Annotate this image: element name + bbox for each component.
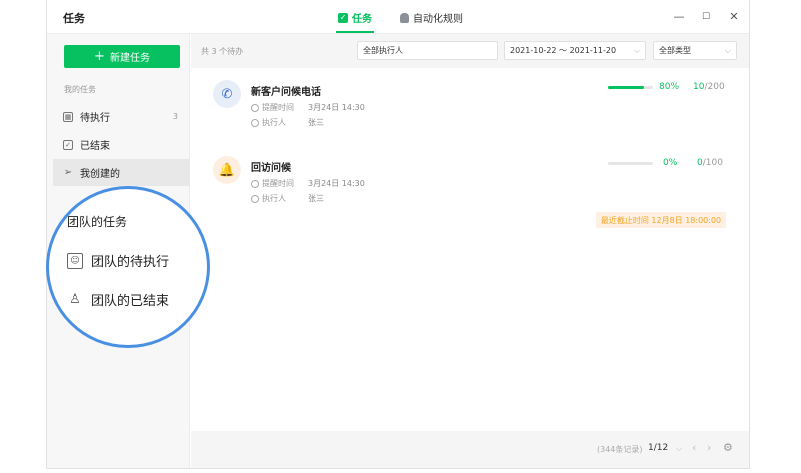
team-pending-icon: ☺ <box>67 252 83 269</box>
person-icon <box>251 194 259 203</box>
chevron-down-icon: ⌵ <box>633 46 640 55</box>
remind-value: 3月24日 14:30 <box>308 103 365 112</box>
sidebar-item-team-pending[interactable]: ☺ 团队的待执行 <box>67 251 169 270</box>
pending-count: 3 <box>172 112 178 121</box>
team-done-label: 团队的已结束 <box>91 294 170 309</box>
tab-tasks-label: 任务 <box>352 14 372 25</box>
assignee-value: 张三 <box>308 194 324 203</box>
date-range-picker[interactable]: 2021-10-22 ～ 2021-11-20 ⌵ <box>504 41 646 60</box>
prev-page-icon[interactable]: ‹ <box>692 441 696 454</box>
main-panel: 共 3 个待办 全部执行人 2021-10-22 ～ 2021-11-20 ⌵ … <box>191 34 749 468</box>
deadline-badge: 最近截止时间 12月8日 18:00:00 <box>596 212 726 228</box>
assignee-value: 张三 <box>308 118 324 127</box>
tab-automation-label: 自动化规则 <box>413 14 463 25</box>
type-select-value: 全部类型 <box>659 46 691 55</box>
assignee-select[interactable]: 全部执行人 <box>357 41 498 60</box>
tab-automation-rules[interactable]: 自动化规则 <box>400 10 463 25</box>
team-tasks-heading: 团队的任务 <box>67 215 128 229</box>
progress-count: 0/100 <box>697 158 723 168</box>
bell-icon: 🔔 <box>213 156 241 184</box>
clock-icon <box>251 179 259 188</box>
remind-value: 3月24日 14:30 <box>308 179 365 188</box>
clock-icon <box>251 103 259 112</box>
task-list: ✆ 新客户问候电话 提醒时间 3月24日 14:30 执行人 张三 80% 10… <box>191 68 749 431</box>
new-task-label: 新建任务 <box>109 53 150 64</box>
type-select[interactable]: 全部类型 ⌵ <box>653 41 737 60</box>
page-dropdown-icon[interactable]: ⌵ <box>676 444 682 454</box>
task-check-icon: ✓ <box>338 12 348 23</box>
date-range-value: 2021-10-22 ～ 2021-11-20 <box>510 46 617 55</box>
chevron-down-icon: ⌵ <box>724 46 731 55</box>
close-button[interactable]: ✕ <box>728 11 740 23</box>
page-indicator[interactable]: 1/12 <box>648 443 668 453</box>
team-done-icon: ♙ <box>69 292 81 307</box>
team-tasks-magnifier: 团队的任务 ☺ 团队的待执行 ♙ 团队的已结束 <box>46 186 210 348</box>
progress-bar <box>608 162 653 165</box>
progress-bar <box>608 86 653 89</box>
sidebar-item-label: 已结束 <box>80 141 110 152</box>
task-row[interactable]: ✆ 新客户问候电话 提醒时间 3月24日 14:30 执行人 张三 80% 10… <box>191 68 749 140</box>
task-assignee: 执行人 张三 <box>251 117 324 128</box>
next-page-icon[interactable]: › <box>707 441 711 454</box>
sidebar-item-pending[interactable]: ▦ 待执行 3 <box>53 103 190 130</box>
progress-percent: 0% <box>663 158 678 168</box>
plus-icon: + <box>94 49 105 64</box>
total-count: /100 <box>702 158 723 168</box>
team-pending-label: 团队的待执行 <box>91 255 170 270</box>
total-count: /200 <box>704 82 725 92</box>
window-title: 任务 <box>63 12 85 25</box>
calendar-icon: ▦ <box>63 111 73 122</box>
tab-tasks[interactable]: ✓ 任务 <box>336 10 374 33</box>
my-tasks-label: 我的任务 <box>64 85 96 94</box>
todo-summary: 共 3 个待办 <box>201 47 244 56</box>
task-title: 新客户问候电话 <box>251 87 321 98</box>
minimize-button[interactable]: — <box>673 11 685 23</box>
active-tab-underline <box>336 31 374 33</box>
task-title: 回访问候 <box>251 163 291 174</box>
progress-fill <box>608 86 644 89</box>
task-assignee: 执行人 张三 <box>251 193 324 204</box>
send-icon: ➢ <box>63 167 73 178</box>
sidebar-item-label: 待执行 <box>80 113 110 124</box>
record-count: (344条记录) <box>597 445 643 454</box>
robot-icon <box>400 12 409 23</box>
pagination-footer: (344条记录) 1/12 ⌵ ‹ › ⚙ <box>191 431 749 468</box>
filter-bar: 共 3 个待办 全部执行人 2021-10-22 ～ 2021-11-20 ⌵ … <box>191 34 749 68</box>
remind-label: 提醒时间 <box>262 179 294 188</box>
task-remind: 提醒时间 3月24日 14:30 <box>251 102 365 113</box>
maximize-button[interactable]: ☐ <box>700 11 712 23</box>
person-icon <box>251 118 259 127</box>
gear-icon[interactable]: ⚙ <box>723 441 733 454</box>
task-row[interactable]: 🔔 回访问候 提醒时间 3月24日 14:30 执行人 张三 0% 0/100 <box>191 144 749 216</box>
sidebar-item-team-finished[interactable]: ♙ 团队的已结束 <box>67 290 169 309</box>
assignee-label: 执行人 <box>262 118 286 127</box>
sidebar-item-finished[interactable]: ✓ 已结束 <box>53 131 190 158</box>
progress-count: 10/200 <box>693 82 725 92</box>
assignee-label: 执行人 <box>262 194 286 203</box>
assignee-select-value: 全部执行人 <box>363 46 403 55</box>
done-count: 10 <box>693 82 705 92</box>
progress-percent: 80% <box>659 82 680 92</box>
phone-icon: ✆ <box>213 80 241 108</box>
sidebar-item-label: 我创建的 <box>80 169 120 180</box>
title-bar: 任务 ✓ 任务 自动化规则 — ☐ ✕ <box>47 0 749 34</box>
checkbox-icon: ✓ <box>63 139 73 150</box>
new-task-button[interactable]: + 新建任务 <box>64 45 180 68</box>
remind-label: 提醒时间 <box>262 103 294 112</box>
sidebar-item-created-by-me[interactable]: ➢ 我创建的 <box>53 159 190 186</box>
task-remind: 提醒时间 3月24日 14:30 <box>251 178 365 189</box>
